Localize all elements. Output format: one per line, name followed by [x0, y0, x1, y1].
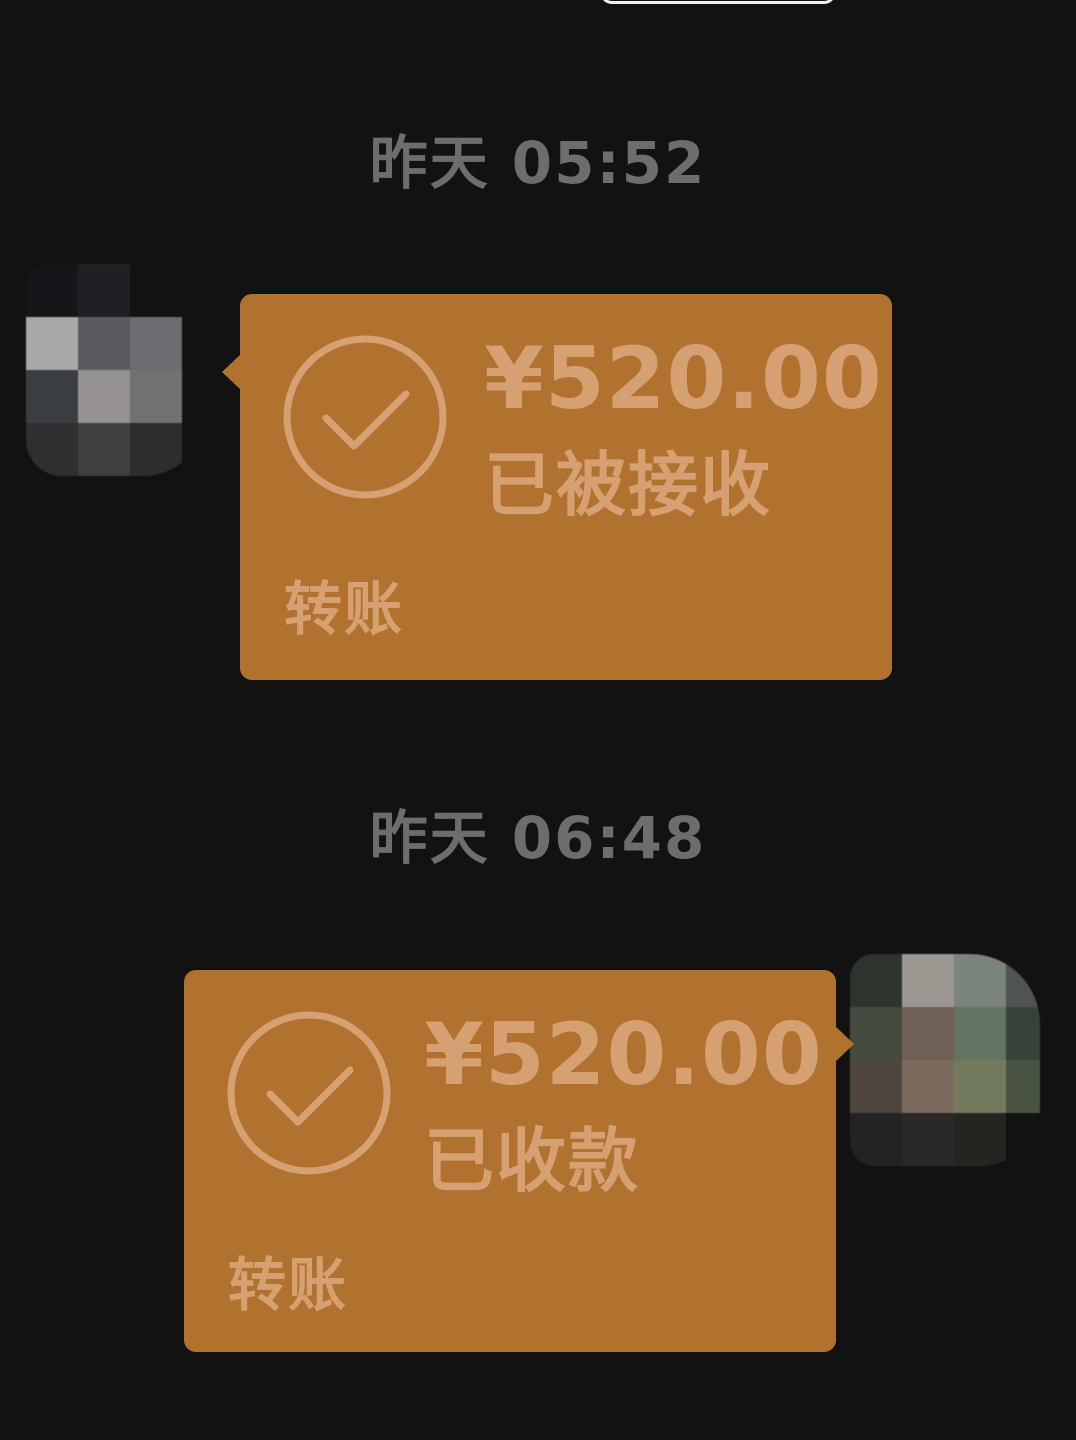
self-avatar[interactable]	[850, 954, 1040, 1166]
top-pill	[600, 0, 836, 4]
bubble-tail	[222, 354, 241, 390]
bubble-tail	[835, 1026, 854, 1062]
transfer-amount: ¥520.00	[484, 329, 883, 429]
check-circle-icon	[227, 1011, 391, 1175]
transfer-label: 转账	[284, 575, 405, 643]
transfer-message-bubble[interactable]: ¥520.00 已被接收 转账	[222, 294, 892, 680]
message-timestamp: 昨天 06:48	[369, 804, 707, 872]
contact-avatar[interactable]	[26, 264, 204, 476]
transfer-label: 转账	[228, 1251, 349, 1319]
message-timestamp: 昨天 05:52	[369, 129, 707, 197]
transfer-status: 已收款	[424, 1120, 640, 1202]
transfer-amount: ¥520.00	[424, 1005, 823, 1105]
transfer-status: 已被接收	[484, 444, 772, 526]
transfer-message-bubble[interactable]: ¥520.00 已收款 转账	[184, 970, 854, 1352]
check-circle-icon	[283, 335, 447, 499]
